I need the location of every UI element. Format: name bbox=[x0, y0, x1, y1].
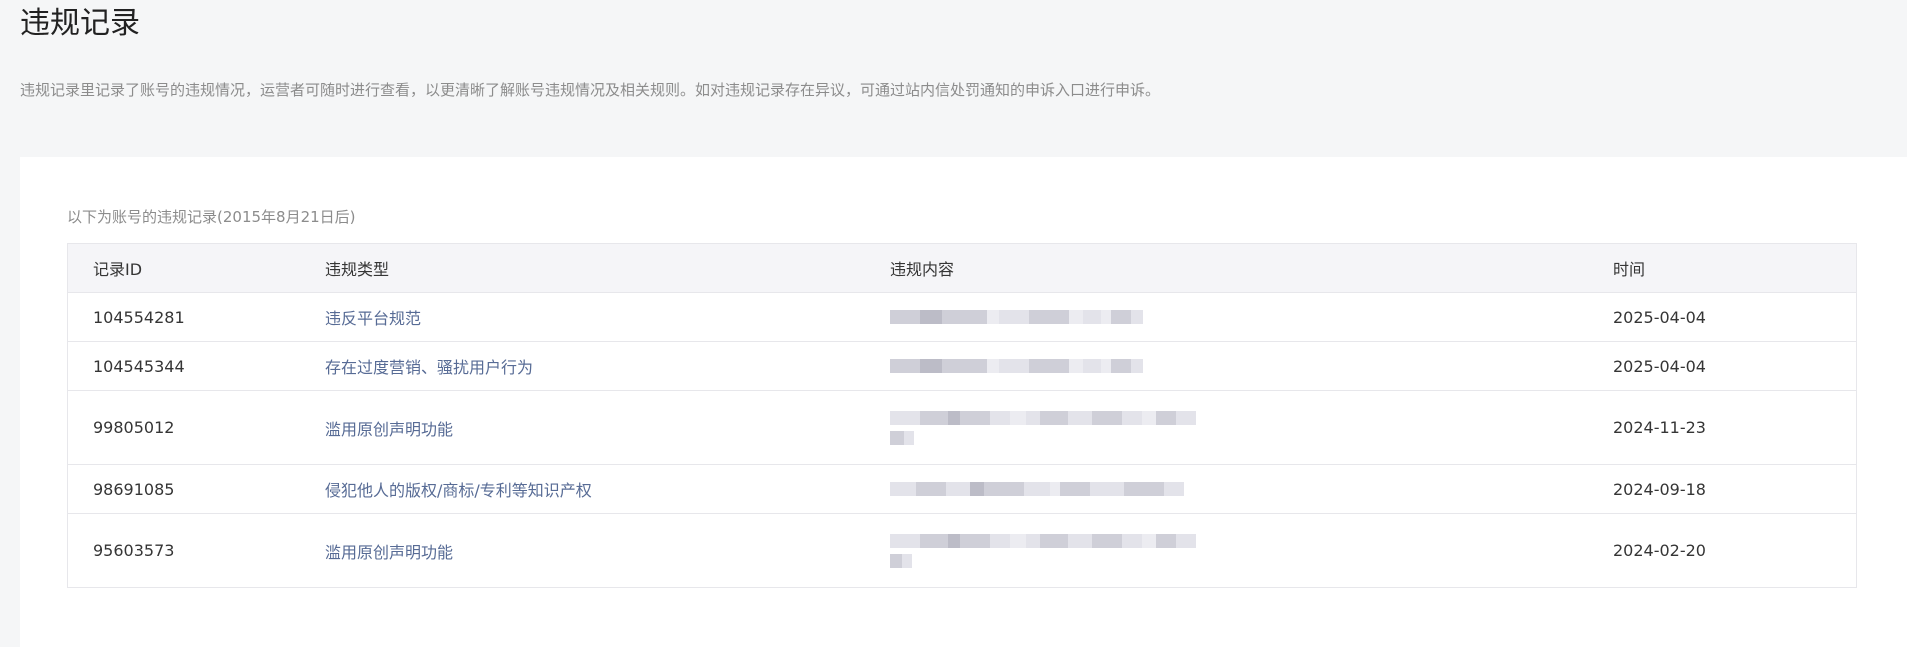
violation-type-link[interactable]: 存在过度营销、骚扰用户行为 bbox=[300, 354, 865, 378]
table-row: 98691085 侵犯他人的版权/商标/专利等知识产权 2024-09-18 bbox=[68, 464, 1856, 513]
violation-type-link[interactable]: 滥用原创声明功能 bbox=[300, 416, 865, 440]
table-row: 104554281 违反平台规范 2025-04-04 bbox=[68, 292, 1856, 341]
violation-records-page: 违规记录 违规记录里记录了账号的违规情况，运营者可随时进行查看，以更清晰了解账号… bbox=[0, 0, 1907, 647]
record-id: 98691085 bbox=[93, 479, 175, 499]
violation-type-link[interactable]: 滥用原创声明功能 bbox=[300, 539, 865, 563]
table-caption: 以下为账号的违规记录(2015年8月21日后) bbox=[67, 208, 356, 226]
header-record-id: 记录ID bbox=[93, 260, 143, 279]
violation-content-redacted bbox=[865, 310, 1588, 324]
violation-type-text[interactable]: 滥用原创声明功能 bbox=[325, 420, 453, 439]
record-time: 2024-02-20 bbox=[1613, 541, 1706, 560]
table-row: 95603573 滥用原创声明功能 2024-02-20 bbox=[68, 513, 1856, 587]
page-title: 违规记录 bbox=[20, 6, 140, 41]
record-time: 2025-04-04 bbox=[1613, 307, 1706, 327]
table-row: 104545344 存在过度营销、骚扰用户行为 2025-04-04 bbox=[68, 341, 1856, 390]
violation-type-text[interactable]: 存在过度营销、骚扰用户行为 bbox=[325, 358, 533, 377]
violation-content-redacted bbox=[865, 533, 1588, 568]
violation-content-redacted bbox=[865, 359, 1588, 373]
record-time: 2025-04-04 bbox=[1613, 356, 1706, 376]
records-table: 记录ID 违规类型 违规内容 时间 104554281 违反平台规范 2025-… bbox=[67, 243, 1857, 588]
violation-type-text[interactable]: 侵犯他人的版权/商标/专利等知识产权 bbox=[325, 481, 592, 500]
header-violation-type: 违规类型 bbox=[325, 260, 390, 279]
table-header-row: 记录ID 违规类型 违规内容 时间 bbox=[68, 244, 1856, 292]
record-id: 99805012 bbox=[93, 418, 175, 437]
record-id: 104554281 bbox=[93, 307, 185, 327]
violation-type-link[interactable]: 违反平台规范 bbox=[300, 305, 865, 329]
record-time: 2024-09-18 bbox=[1613, 479, 1706, 499]
record-id: 104545344 bbox=[93, 356, 185, 376]
header-time: 时间 bbox=[1613, 260, 1646, 279]
record-id: 95603573 bbox=[93, 541, 175, 560]
violation-content-redacted bbox=[865, 482, 1588, 496]
violation-type-text[interactable]: 违反平台规范 bbox=[325, 309, 421, 328]
page-description: 违规记录里记录了账号的违规情况，运营者可随时进行查看，以更清晰了解账号违规情况及… bbox=[20, 81, 1161, 99]
violation-content-redacted bbox=[865, 410, 1588, 445]
record-time: 2024-11-23 bbox=[1613, 418, 1706, 437]
violation-type-text[interactable]: 滥用原创声明功能 bbox=[325, 543, 453, 562]
records-card: 以下为账号的违规记录(2015年8月21日后) 记录ID 违规类型 违规内容 时… bbox=[20, 157, 1907, 647]
table-row: 99805012 滥用原创声明功能 2024-11-23 bbox=[68, 390, 1856, 464]
header-violation-content: 违规内容 bbox=[890, 260, 955, 279]
violation-type-link[interactable]: 侵犯他人的版权/商标/专利等知识产权 bbox=[300, 477, 865, 501]
